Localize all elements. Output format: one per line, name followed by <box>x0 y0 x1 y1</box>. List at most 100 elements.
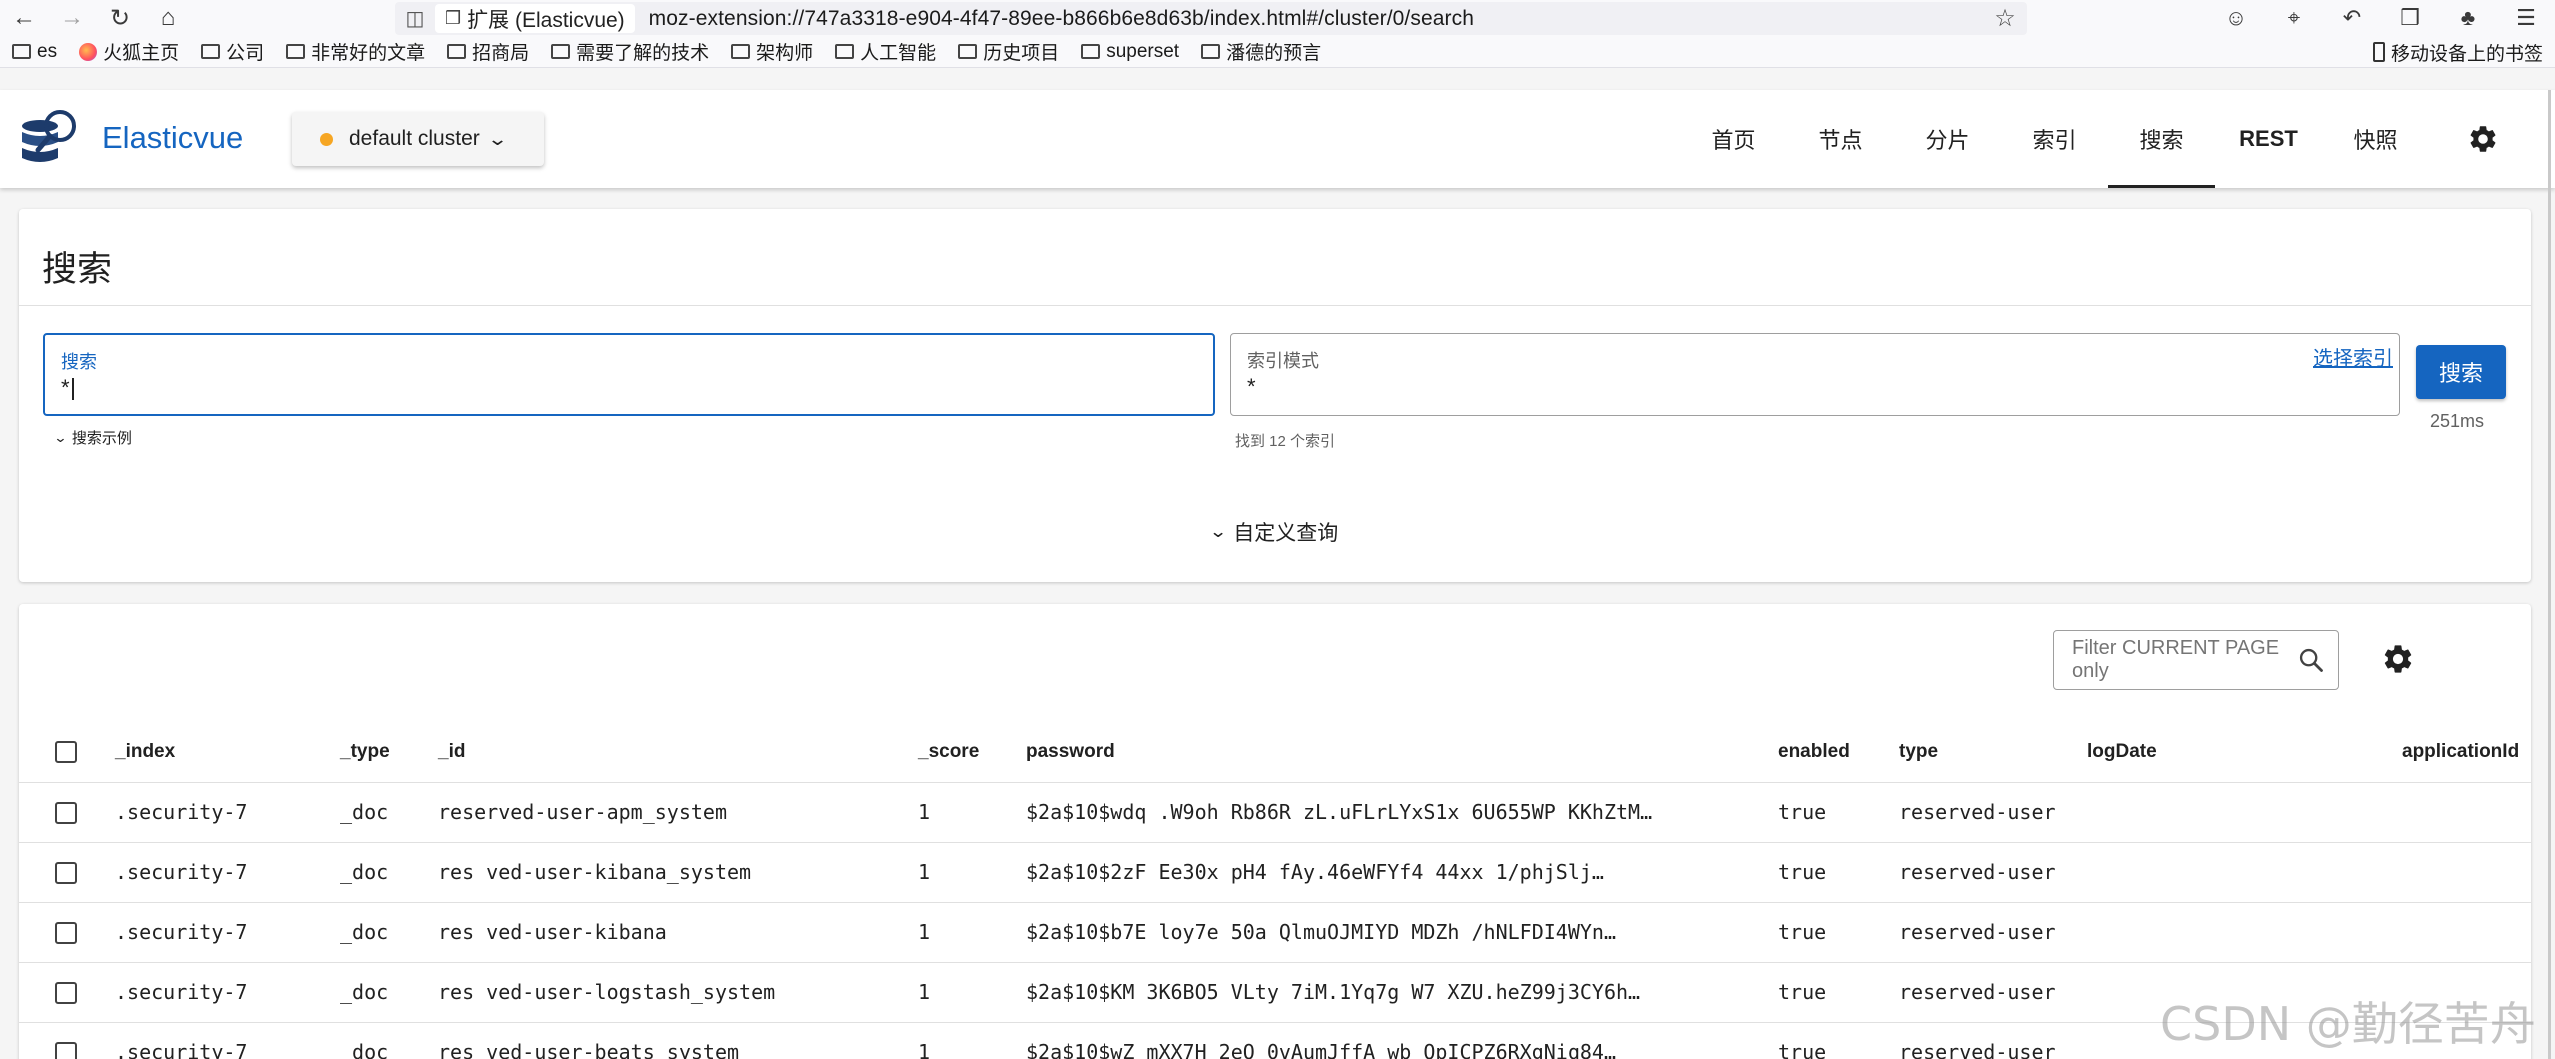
table-row[interactable]: .security-7 _doc res ved-user-logstash_s… <box>19 962 2531 1023</box>
row-checkbox[interactable] <box>55 982 77 1005</box>
table-settings-gear-icon[interactable] <box>2381 642 2415 681</box>
menu-icon[interactable]: ☰ <box>2497 5 2555 31</box>
row-checkbox[interactable] <box>55 802 77 825</box>
table-row[interactable]: .security-7 _doc res ved-user-beats_syst… <box>19 1022 2531 1059</box>
bookmark-item[interactable]: 公司 <box>201 38 264 65</box>
url-text[interactable]: moz-extension://747a3318-e904-4f47-89ee-… <box>649 7 1983 31</box>
filter-placeholder: Filter CURRENT PAGE only <box>2072 637 2280 682</box>
crop-icon[interactable]: ⌖ <box>2265 5 2323 31</box>
account-icon[interactable]: ☺ <box>2207 5 2265 31</box>
column-header[interactable]: type <box>1899 722 2087 783</box>
table-row[interactable]: .security-7 _doc res ved-user-kibana 1 $… <box>19 902 2531 963</box>
bookmark-item[interactable]: 需要了解的技术 <box>551 38 709 65</box>
search-query-input[interactable]: 搜索 * <box>43 333 1215 416</box>
column-header[interactable]: _type <box>340 722 438 783</box>
table-row[interactable]: .security-7 _doc res ved-user-kibana_sys… <box>19 842 2531 903</box>
cell-enabled: true <box>1778 962 1899 1023</box>
folder-icon <box>1201 44 1221 59</box>
found-indices-hint: 找到 12 个索引 <box>1235 433 1336 450</box>
settings-gear-icon[interactable] <box>2458 114 2508 164</box>
search-icon[interactable] <box>2284 646 2338 674</box>
cluster-selector[interactable]: default cluster ⌄ <box>292 112 544 166</box>
home-icon[interactable]: ⌂ <box>144 0 192 36</box>
extensions-icon[interactable]: ❒ <box>2381 5 2439 31</box>
folder-icon <box>201 44 221 59</box>
extension-badge-icon[interactable]: ♣ <box>2439 5 2497 31</box>
column-header[interactable]: logDate <box>2087 722 2402 783</box>
bookmark-item[interactable]: 招商局 <box>447 38 529 65</box>
bookmark-item[interactable]: 非常好的文章 <box>286 38 425 65</box>
tab-rest[interactable]: REST <box>2215 90 2322 188</box>
bookmark-item[interactable]: es <box>12 41 57 63</box>
shield-icon[interactable]: ◫ <box>395 6 435 31</box>
select-index-link[interactable]: 选择索引 <box>2313 342 2393 371</box>
bookmark-item[interactable]: 潘德的预言 <box>1201 38 1321 65</box>
top-nav: 首页 节点 分片 索引 搜索 REST 快照 <box>1680 90 2429 188</box>
cluster-status-dot <box>320 132 333 146</box>
select-all-checkbox[interactable] <box>55 740 77 763</box>
tab-search[interactable]: 搜索 <box>2108 90 2215 188</box>
cell-id: res ved-user-logstash_system <box>438 962 918 1023</box>
cell-type: _doc <box>340 782 438 843</box>
search-card: 搜索 搜索 * ⌄ 搜索示例 索引模式 * 选择索引 找到 12 个索引 搜索 … <box>19 209 2531 582</box>
column-header[interactable]: _score <box>918 722 1026 783</box>
search-examples-toggle[interactable]: ⌄ 搜索示例 <box>53 427 132 448</box>
reload-icon[interactable]: ↻ <box>96 0 144 36</box>
column-header[interactable]: applicationId <box>2402 722 2531 783</box>
column-header[interactable]: _id <box>438 722 918 783</box>
tab-shards[interactable]: 分片 <box>1894 90 2001 188</box>
custom-query-toggle[interactable]: ⌄ 自定义查询 <box>1209 517 1338 547</box>
index-pattern-value[interactable]: * <box>1247 374 1256 400</box>
bookmark-item[interactable]: 人工智能 <box>835 38 936 65</box>
table-row[interactable]: .security-7 _doc reserved-user-apm_syste… <box>19 782 2531 843</box>
forward-icon[interactable]: → <box>48 0 96 36</box>
filter-input[interactable]: Filter CURRENT PAGE only <box>2053 630 2339 690</box>
browser-toolbar: ← → ↻ ⌂ ◫ ❒ 扩展 (Elasticvue) moz-extensio… <box>0 0 2555 36</box>
tab-label: 索引 <box>2032 128 2077 153</box>
bookmark-item[interactable]: superset <box>1081 41 1179 63</box>
cell-score: 1 <box>918 782 1026 843</box>
table-header-row: _index _type _id _score password enabled… <box>19 722 2531 783</box>
query-time: 251ms <box>2430 411 2485 431</box>
page-scrollbar[interactable] <box>2548 90 2551 1059</box>
cell-password: $2a$10$wdq .W9oh Rb86R zL.uFLrLYxS1x 6U6… <box>1026 800 1653 824</box>
tab-home[interactable]: 首页 <box>1680 90 1787 188</box>
folder-icon <box>286 44 306 59</box>
tab-nodes[interactable]: 节点 <box>1787 90 1894 188</box>
brand[interactable]: Elasticvue <box>16 104 243 172</box>
bookmark-label: 潘德的预言 <box>1226 43 1322 64</box>
column-header[interactable]: _index <box>115 722 340 783</box>
cell-logdate <box>2087 842 2402 903</box>
url-bar[interactable]: ◫ ❒ 扩展 (Elasticvue) moz-extension://747a… <box>395 2 2027 35</box>
mobile-bookmarks[interactable]: 移动设备上的书签 <box>2372 36 2543 68</box>
cell-applicationid <box>2402 842 2531 903</box>
bookmark-item[interactable]: 火狐主页 <box>79 38 179 65</box>
cell-doc-type: reserved-user <box>1899 962 2087 1023</box>
tab-label: 搜索 <box>2139 128 2184 153</box>
row-checkbox[interactable] <box>55 862 77 885</box>
index-pattern-input[interactable]: 索引模式 * 选择索引 <box>1230 333 2400 416</box>
row-checkbox[interactable] <box>55 922 77 945</box>
cell-id: res ved-user-kibana_system <box>438 842 918 903</box>
extension-identity-chip[interactable]: ❒ 扩展 (Elasticvue) <box>435 4 635 33</box>
cell-enabled: true <box>1778 1022 1899 1059</box>
tab-snapshots[interactable]: 快照 <box>2322 90 2429 188</box>
column-header[interactable]: password <box>1026 722 1778 783</box>
bookmark-star-icon[interactable]: ☆ <box>1983 4 2027 33</box>
app-header: Elasticvue default cluster ⌄ 首页 节点 分片 索引… <box>0 90 2555 188</box>
bookmark-item[interactable]: 历史项目 <box>958 38 1059 65</box>
search-query-value[interactable]: * <box>61 375 74 401</box>
tab-indices[interactable]: 索引 <box>2001 90 2108 188</box>
select-all-cell <box>19 722 115 783</box>
row-checkbox[interactable] <box>55 1042 77 1059</box>
bookmark-item[interactable]: 架构师 <box>731 38 813 65</box>
tab-label: REST <box>2239 126 2298 151</box>
back-icon[interactable]: ← <box>0 0 48 36</box>
cell-doc-type: reserved-user <box>1899 902 2087 963</box>
column-header[interactable]: enabled <box>1778 722 1899 783</box>
undo-icon[interactable]: ↶ <box>2323 5 2381 31</box>
cell-logdate <box>2087 782 2402 843</box>
cell-password: $2a$10$KM 3K6BO5 VLty 7iM.1Yq7g W7 XZU.h… <box>1026 980 1641 1004</box>
cell-index: .security-7 <box>115 962 340 1023</box>
search-button[interactable]: 搜索 <box>2416 345 2506 399</box>
